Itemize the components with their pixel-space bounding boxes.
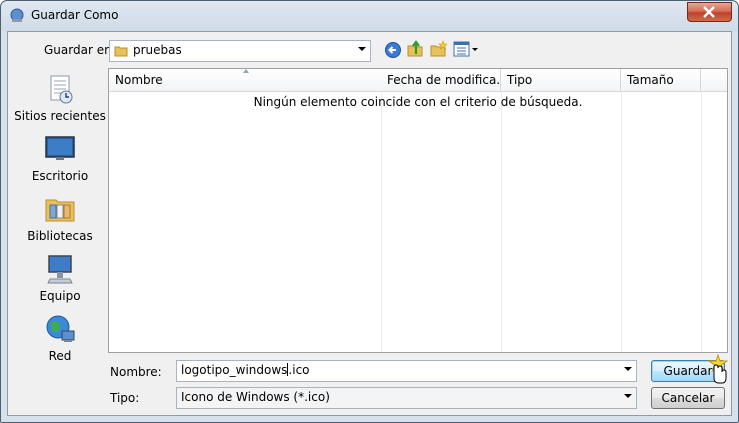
place-recent[interactable]: Sitios recientes: [14, 73, 106, 125]
file-list[interactable]: Nombre Fecha de modifica... Tipo Tamaño …: [108, 68, 728, 353]
column-header-size[interactable]: Tamaño: [621, 69, 701, 92]
computer-icon: [47, 255, 73, 284]
save-in-value: pruebas: [133, 43, 182, 57]
app-icon: [10, 8, 24, 22]
column-header-filler: [701, 69, 727, 92]
chevron-down-icon[interactable]: [358, 47, 366, 51]
place-label: Bibliotecas: [27, 229, 93, 243]
place-desktop[interactable]: Escritorio: [14, 133, 106, 185]
column-divider: [621, 91, 622, 352]
dialog-body: Guardar en: pruebas Sitios recientes Esc…: [7, 31, 732, 416]
filename-input[interactable]: logotipo_windows.ico: [176, 360, 637, 382]
filetype-dropdown[interactable]: Icono de Windows (*.ico): [176, 387, 637, 409]
column-header-type[interactable]: Tipo: [501, 69, 621, 92]
save-as-dialog: Guardar Como Guardar en: pruebas Sitios …: [0, 0, 739, 423]
place-label: Red: [48, 349, 72, 363]
close-icon: [703, 6, 715, 18]
chevron-down-icon[interactable]: [624, 367, 632, 371]
folder-icon: [114, 46, 128, 57]
new-folder-icon[interactable]: [429, 40, 447, 58]
place-libraries[interactable]: Bibliotecas: [14, 193, 106, 245]
libraries-icon: [45, 199, 75, 222]
place-label: Equipo: [39, 289, 81, 303]
filename-label: Nombre:: [110, 365, 162, 379]
column-divider: [701, 91, 702, 352]
column-divider: [381, 91, 382, 352]
sort-ascending-icon: [243, 69, 249, 73]
empty-message: Ningún elemento coincide con el criterio…: [253, 95, 583, 109]
column-header-date[interactable]: Fecha de modifica...: [381, 69, 508, 92]
network-icon: [46, 315, 75, 342]
place-label: Escritorio: [31, 169, 89, 183]
save-in-label: Guardar en:: [44, 43, 116, 57]
filename-extension: .ico: [288, 363, 310, 377]
hand-cursor-icon: [707, 354, 729, 384]
desktop-icon: [45, 136, 75, 160]
filename-text: logotipo_windows: [181, 363, 288, 377]
save-in-dropdown[interactable]: pruebas: [109, 40, 371, 62]
title-bar[interactable]: Guardar Como: [1, 1, 738, 31]
chevron-down-icon[interactable]: [624, 394, 632, 398]
places-bar: Sitios recientes Escritorio Bibliotecas: [14, 65, 106, 375]
cancel-button[interactable]: Cancelar: [651, 387, 725, 409]
column-header-name[interactable]: Nombre: [109, 69, 382, 92]
window-title: Guardar Como: [31, 8, 119, 22]
back-icon[interactable]: [384, 41, 402, 59]
place-computer[interactable]: Equipo: [14, 253, 106, 305]
view-menu-icon[interactable]: [453, 41, 479, 59]
recent-places-icon: [50, 75, 73, 104]
place-network[interactable]: Red: [14, 313, 106, 365]
up-folder-icon[interactable]: [406, 40, 424, 58]
place-label: Sitios recientes: [14, 109, 106, 123]
filetype-value: Icono de Windows (*.ico): [181, 390, 330, 404]
close-button[interactable]: [687, 2, 732, 22]
filetype-label: Tipo:: [110, 391, 140, 405]
column-divider: [501, 91, 502, 352]
